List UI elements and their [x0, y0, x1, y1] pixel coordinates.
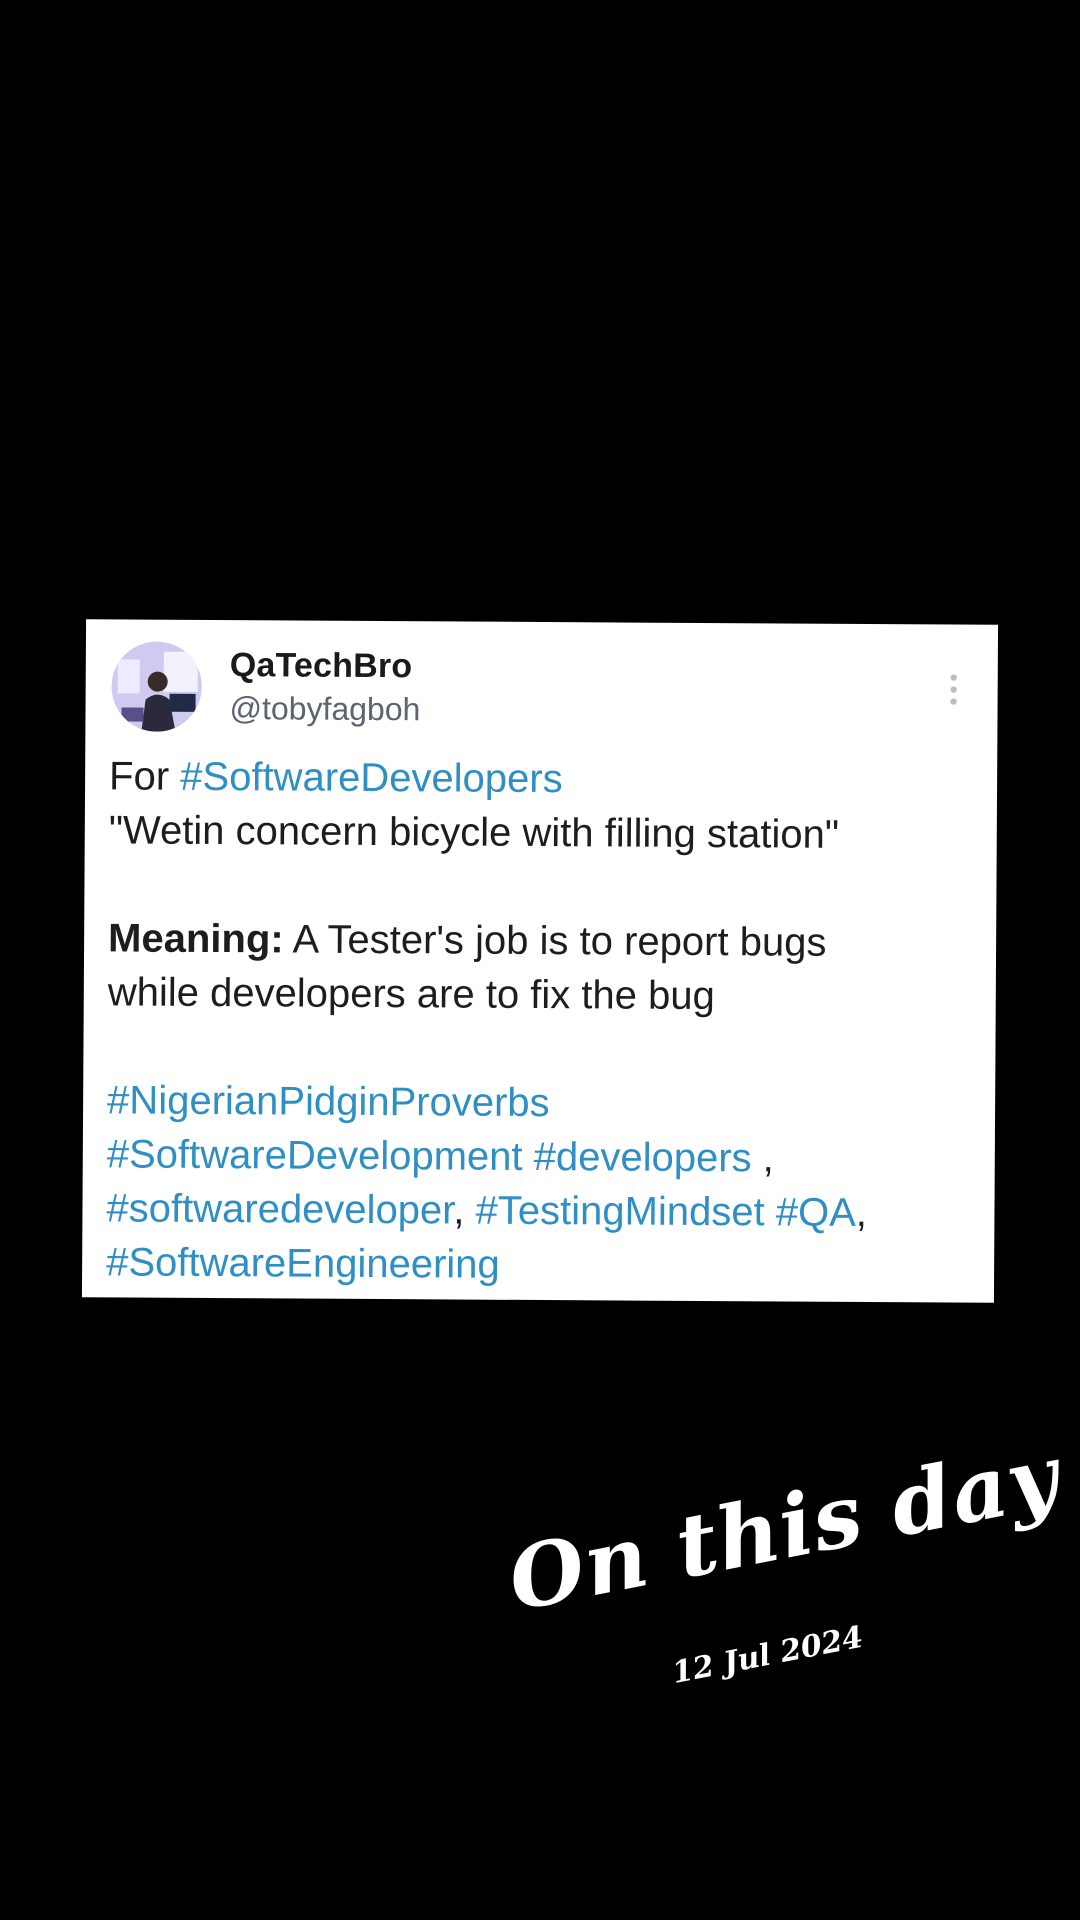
- proverb-line: "Wetin concern bicycle with filling stat…: [108, 808, 840, 857]
- hashtag-testingmindset[interactable]: #TestingMindset: [475, 1189, 764, 1235]
- memory-date: 12 Jul 2024: [669, 1619, 866, 1691]
- hashtag-line-1: #NigerianPidginProverbs: [107, 1073, 977, 1132]
- more-vertical-icon[interactable]: [948, 672, 960, 706]
- hashtag-softwaredeveloper[interactable]: #softwaredeveloper: [106, 1186, 453, 1232]
- meaning-line: Meaning: A Tester's job is to report bug…: [108, 911, 978, 970]
- separator-comma: ,: [453, 1188, 465, 1233]
- meaning-line-2: while developers are to fix the bug: [107, 970, 715, 1019]
- tweet-card[interactable]: QaTechBro @tobyfagboh For #SoftwareDevel…: [81, 619, 999, 1303]
- avatar[interactable]: [111, 641, 202, 732]
- on-this-day-title: On this day: [500, 1425, 1068, 1631]
- hashtag-developers[interactable]: #developers: [534, 1135, 752, 1180]
- meaning-label: Meaning:: [107, 916, 284, 962]
- hashtag-softwareengineering[interactable]: #SoftwareEngineering: [106, 1240, 500, 1286]
- separator-comma: ,: [751, 1136, 775, 1181]
- hashtag-qa[interactable]: #QA: [776, 1190, 856, 1234]
- display-name[interactable]: QaTechBro: [230, 646, 413, 686]
- hashtag-line-3: #softwaredeveloper, #TestingMindset #QA,: [106, 1181, 976, 1240]
- meaning-text: A Tester's job is to report bugs: [283, 917, 827, 965]
- avatar-photo: [111, 641, 202, 732]
- hashtag-line-2: #SoftwareDevelopment #developers ,: [107, 1127, 977, 1186]
- tweet-text: For #SoftwareDevelopers "Wetin concern b…: [106, 749, 979, 1294]
- hashtag-line-4: #SoftwareEngineering: [106, 1235, 976, 1294]
- user-handle[interactable]: @tobyfagboh: [229, 690, 420, 728]
- hashtag-softwaredevelopers[interactable]: #SoftwareDevelopers: [180, 755, 563, 801]
- separator-comma: ,: [855, 1190, 868, 1236]
- tweet-line-intro: For #SoftwareDevelopers: [109, 749, 979, 808]
- hashtag-softwaredevelopment[interactable]: #SoftwareDevelopment: [107, 1132, 523, 1179]
- hashtag-nigerianpidginproverbs[interactable]: #NigerianPidginProverbs: [107, 1078, 550, 1125]
- intro-text: For: [108, 754, 181, 799]
